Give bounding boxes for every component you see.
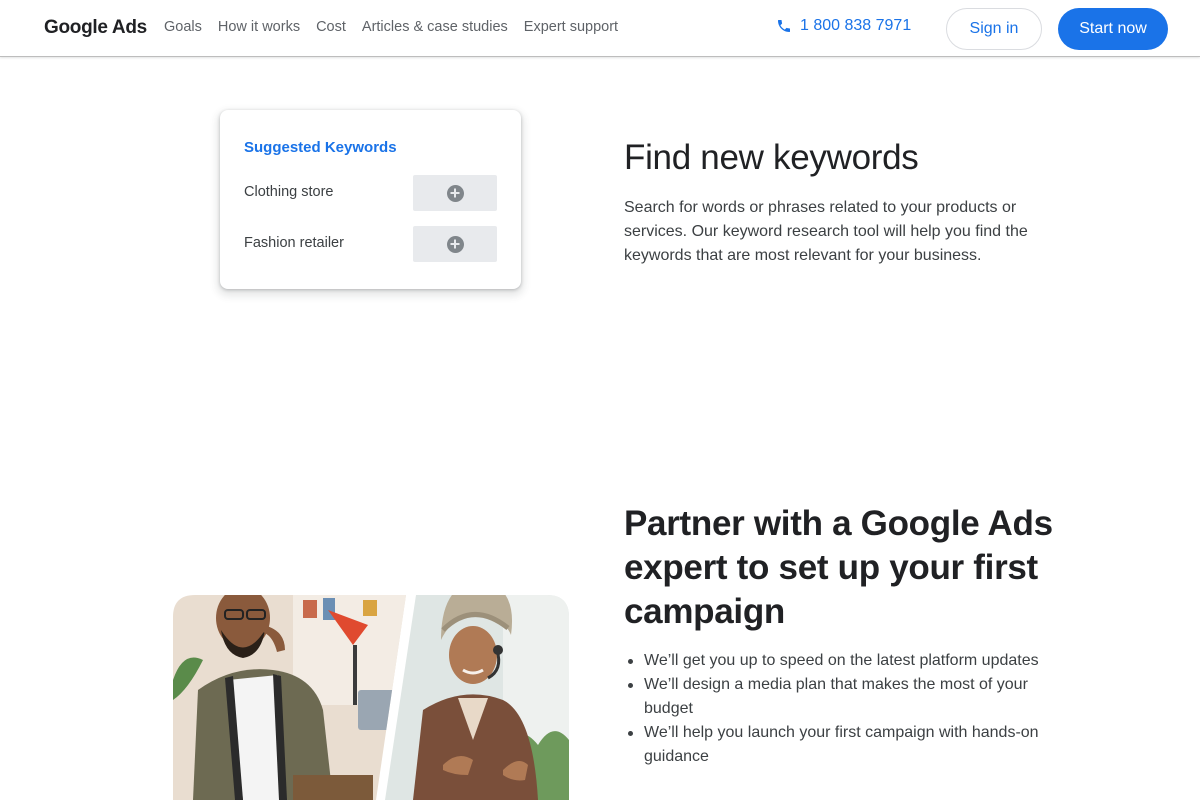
list-item: We’ll design a media plan that makes the… [624, 673, 1044, 721]
keyword-label: Clothing store [244, 184, 334, 200]
start-now-button[interactable]: Start now [1058, 8, 1168, 50]
nav-goals[interactable]: Goals [164, 19, 202, 35]
google-ads-logo[interactable]: Google Ads [44, 17, 147, 39]
nav-articles-case-studies[interactable]: Articles & case studies [362, 19, 508, 35]
suggested-keywords-card: Suggested Keywords Clothing store Fashio… [220, 110, 521, 289]
partner-expert-heading: Partner with a Google Ads expert to set … [624, 504, 1053, 631]
keyword-row: Clothing store [244, 175, 497, 211]
expert-benefits-list: We’ll get you up to speed on the latest … [624, 649, 1044, 769]
nav-expert-support[interactable]: Expert support [524, 19, 618, 35]
keyword-row: Fashion retailer [244, 226, 497, 262]
main-nav: Goals How it works Cost Articles & case … [164, 19, 618, 35]
add-keyword-button[interactable] [413, 226, 497, 262]
list-item: We’ll help you launch your first campaig… [624, 721, 1044, 769]
find-keywords-description: Search for words or phrases related to y… [624, 199, 1028, 264]
phone-link[interactable]: 1 800 838 7971 [776, 17, 911, 35]
nav-cost[interactable]: Cost [316, 19, 346, 35]
suggested-keywords-title: Suggested Keywords [244, 139, 397, 156]
add-keyword-button[interactable] [413, 175, 497, 211]
nav-how-it-works[interactable]: How it works [218, 19, 300, 35]
add-circle-icon [446, 235, 464, 253]
find-keywords-heading: Find new keywords [624, 138, 919, 177]
expert-support-photo [173, 595, 569, 800]
sign-in-button[interactable]: Sign in [946, 8, 1042, 50]
keyword-label: Fashion retailer [244, 235, 344, 251]
phone-icon [778, 20, 790, 32]
top-nav-bar: Google Ads Goals How it works Cost Artic… [0, 0, 1200, 57]
add-circle-icon [446, 184, 464, 202]
phone-number: 1 800 838 7971 [800, 17, 912, 34]
list-item: We’ll get you up to speed on the latest … [624, 649, 1044, 673]
